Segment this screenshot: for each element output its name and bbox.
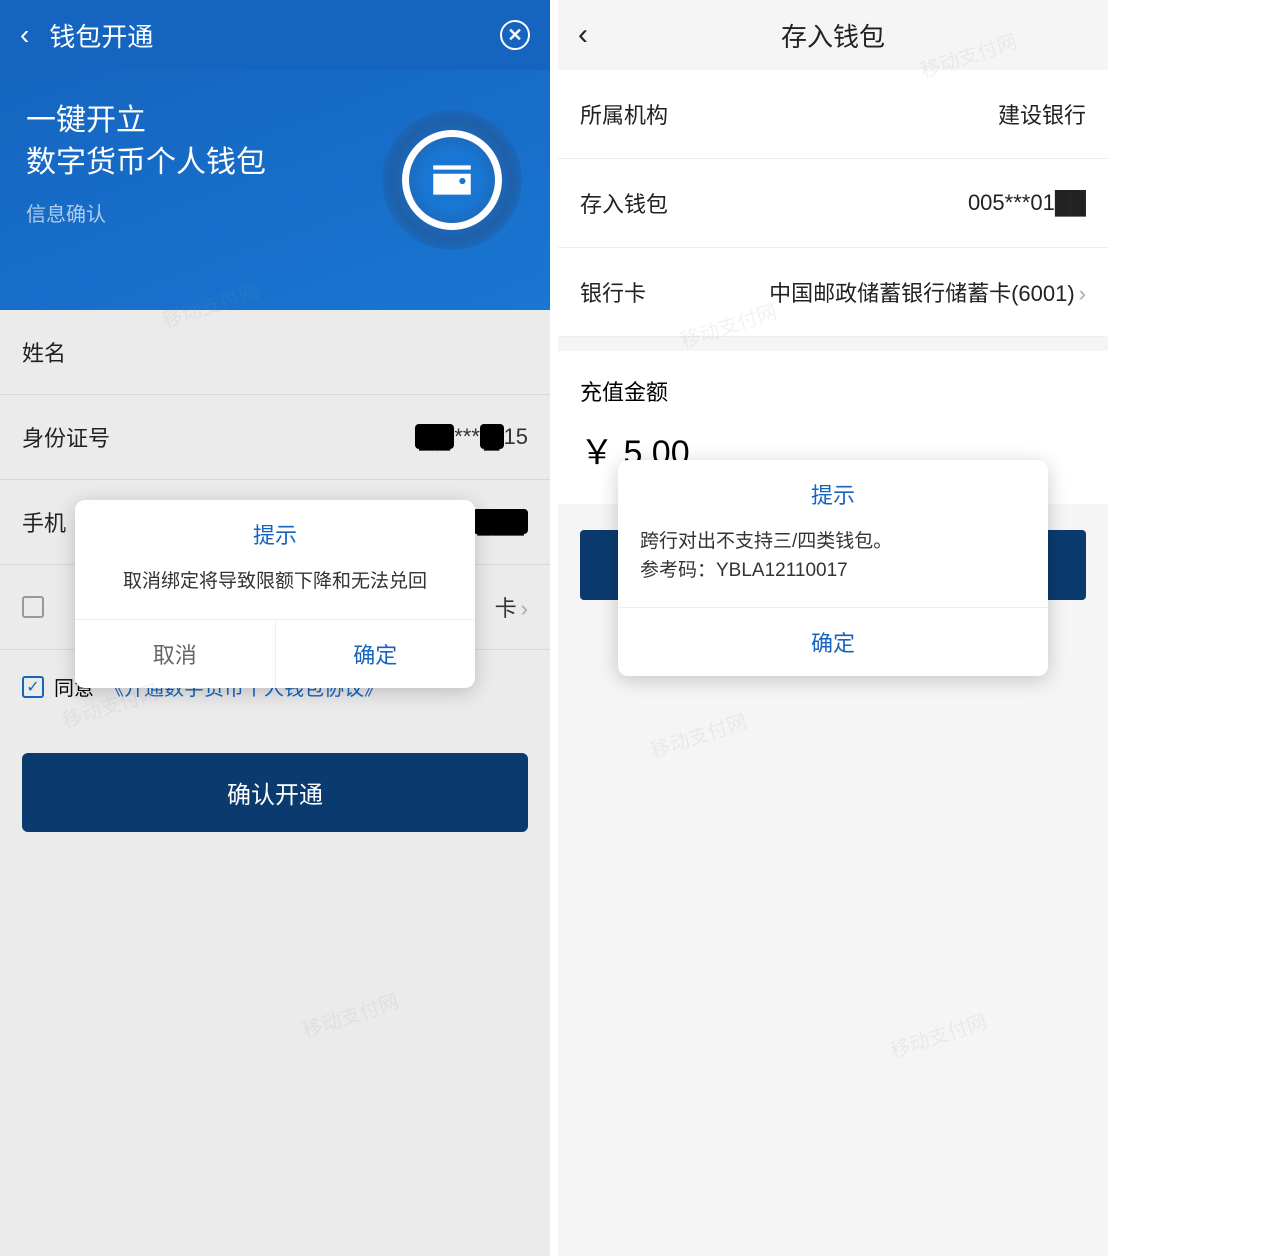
modal-body: 跨行对出不支持三/四类钱包。 参考码：YBLA12110017	[618, 514, 1048, 607]
id-value: ██***█15	[415, 424, 528, 450]
header: ‹ 钱包开通 ✕	[0, 0, 550, 70]
chevron-right-icon: ›	[521, 596, 528, 621]
watermark: 移动支付网	[298, 985, 402, 1043]
checkbox-checked-icon[interactable]: ✓	[22, 676, 44, 698]
checkbox-icon[interactable]	[22, 596, 44, 618]
field-id-number[interactable]: 身份证号 ██***█15	[0, 395, 550, 480]
screen-wallet-open: ‹ 钱包开通 ✕ 一键开立 数字货币个人钱包 信息确认 姓名 身份证号 ██**…	[0, 0, 550, 1256]
chevron-right-icon: ›	[1079, 281, 1086, 306]
confirm-open-button[interactable]: 确认开通	[22, 753, 528, 832]
page-title: 存入钱包	[781, 17, 885, 54]
hero-banner: 一键开立 数字货币个人钱包 信息确认	[0, 70, 550, 310]
wallet-number: 005***01██	[968, 190, 1086, 216]
close-icon[interactable]: ✕	[500, 20, 530, 50]
field-name[interactable]: 姓名	[0, 310, 550, 395]
modal-title: 提示	[618, 460, 1048, 514]
modal-error: 提示 跨行对出不支持三/四类钱包。 参考码：YBLA12110017 确定	[618, 460, 1048, 676]
page-title: 钱包开通	[49, 17, 153, 54]
back-icon[interactable]: ‹	[20, 19, 29, 51]
ok-button[interactable]: 确定	[276, 620, 476, 688]
row-wallet[interactable]: 存入钱包 005***01██	[558, 159, 1108, 248]
amount-label: 充值金额	[558, 351, 1108, 415]
modal-body: 取消绑定将导致限额下降和无法兑回	[75, 554, 475, 619]
ok-button[interactable]: 确定	[618, 608, 1048, 676]
row-bank-card[interactable]: 银行卡 中国邮政储蓄银行储蓄卡(6001)›	[558, 248, 1108, 337]
wallet-icon	[382, 110, 522, 250]
modal-title: 提示	[75, 500, 475, 554]
back-icon[interactable]: ‹	[578, 18, 588, 52]
header: ‹ 存入钱包	[558, 0, 1108, 70]
watermark: 移动支付网	[886, 1005, 990, 1063]
cancel-button[interactable]: 取消	[75, 620, 276, 688]
watermark: 移动支付网	[646, 705, 750, 763]
screen-deposit-wallet: ‹ 存入钱包 所属机构 建设银行 存入钱包 005***01██ 银行卡 中国邮…	[558, 0, 1108, 1256]
row-institution[interactable]: 所属机构 建设银行	[558, 70, 1108, 159]
modal-unbind-warning: 提示 取消绑定将导致限额下降和无法兑回 取消 确定	[75, 500, 475, 688]
info-list: 所属机构 建设银行 存入钱包 005***01██ 银行卡 中国邮政储蓄银行储蓄…	[558, 70, 1108, 337]
